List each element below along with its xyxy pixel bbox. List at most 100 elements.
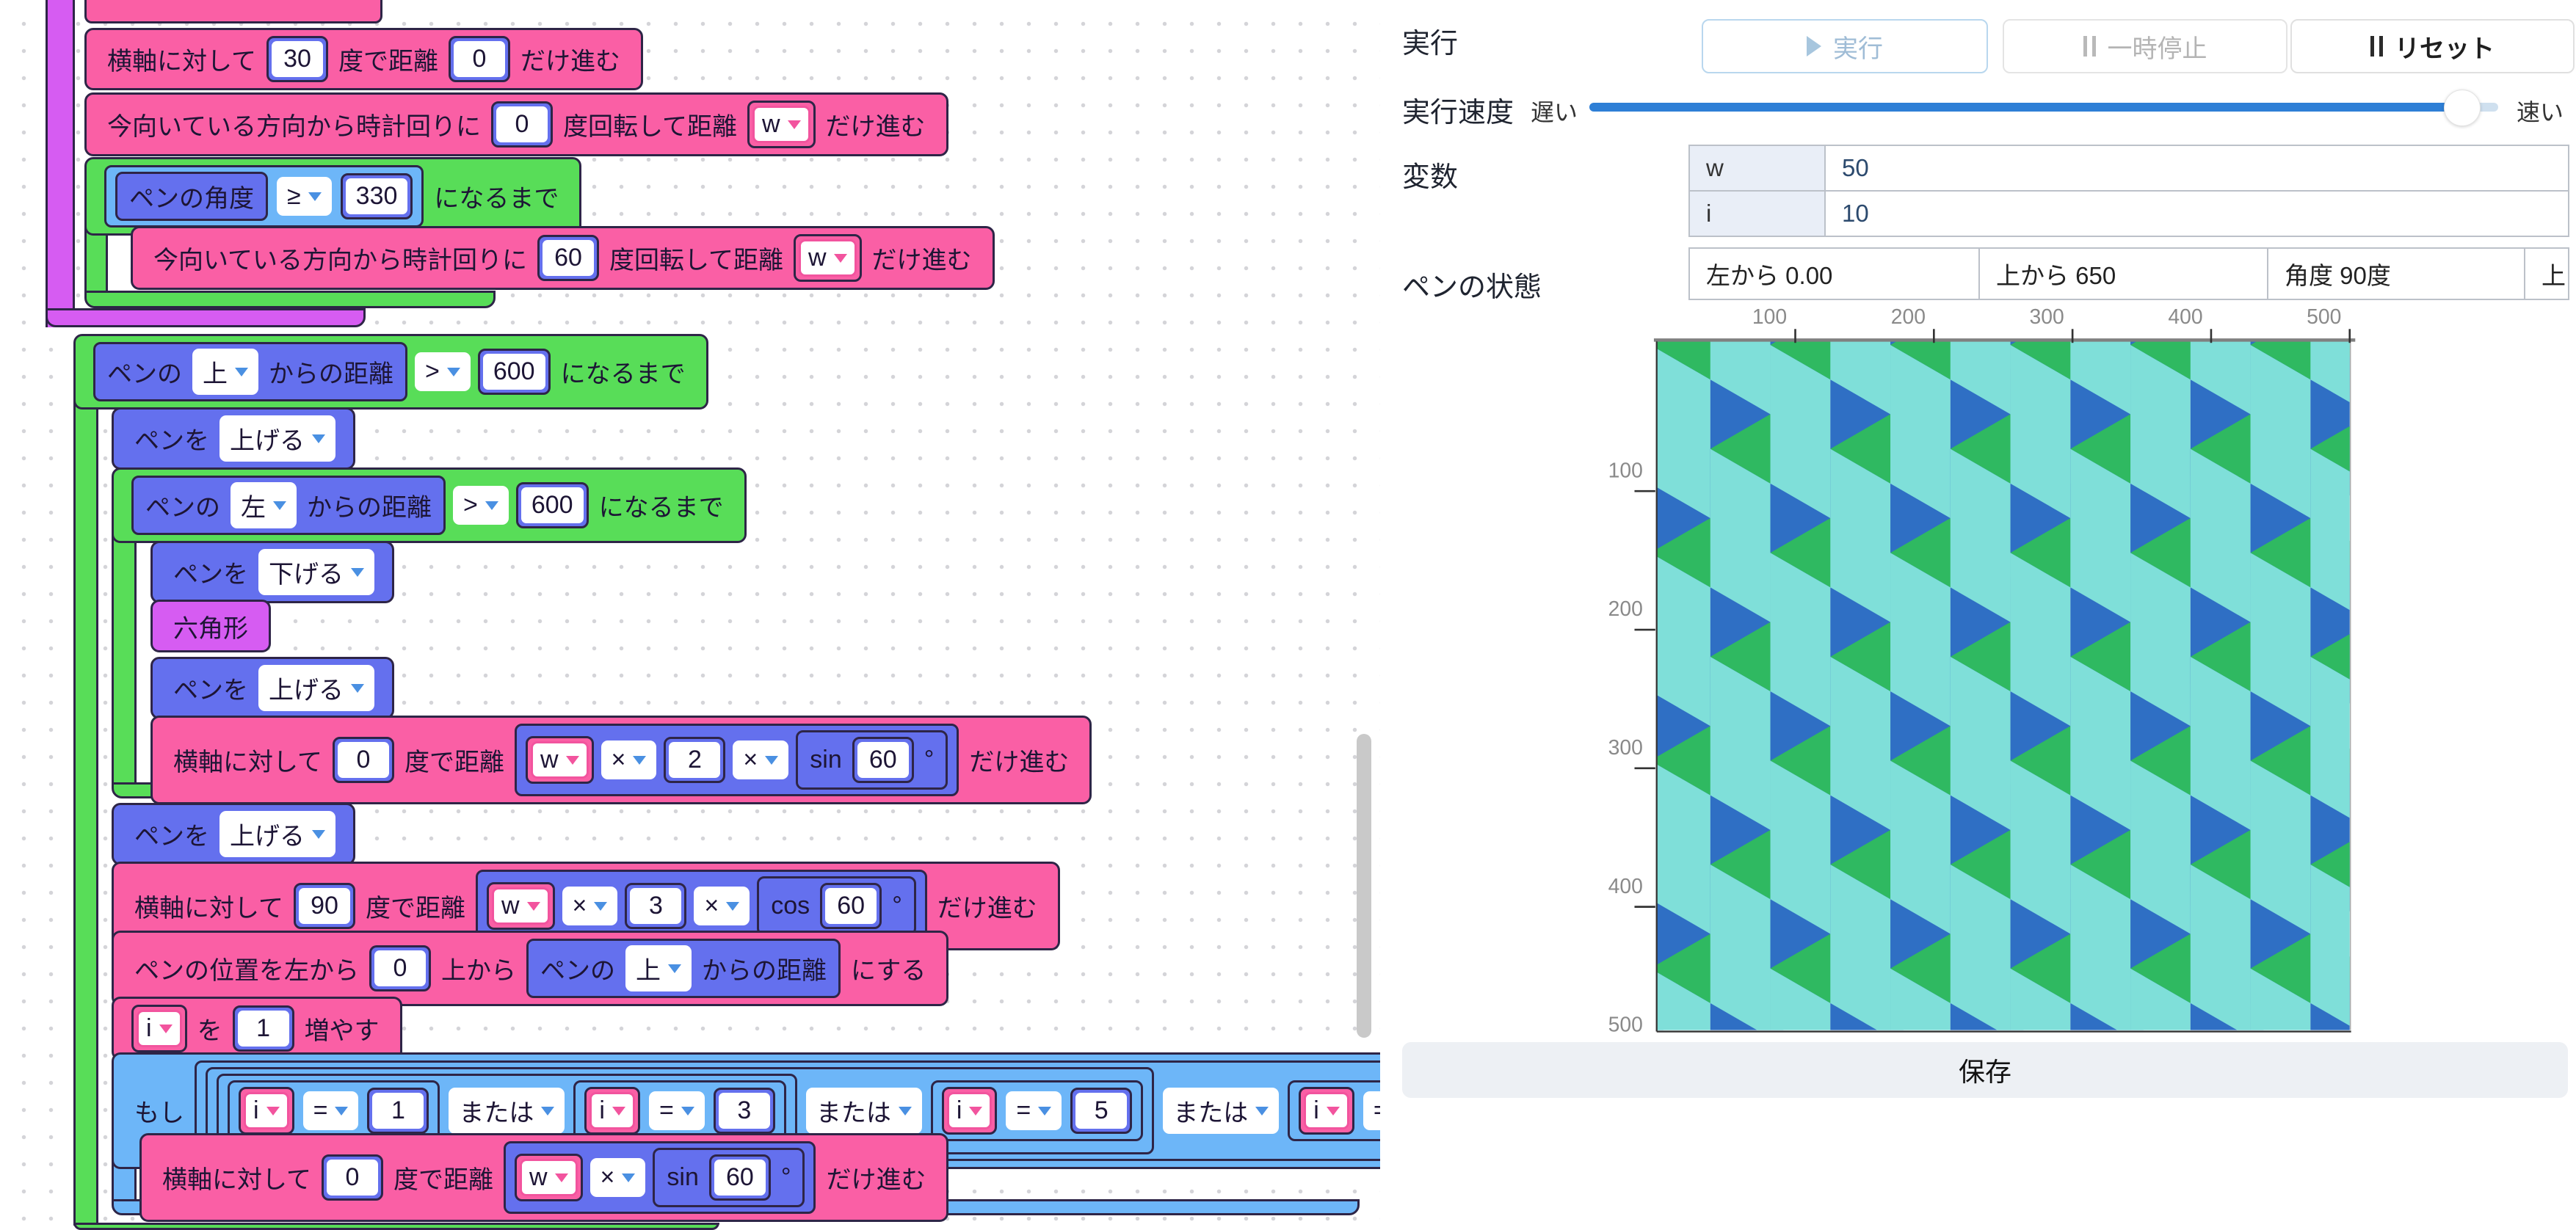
block-repeat-until-pen-angle[interactable]: ペンの角度≥330になるまで xyxy=(84,157,581,236)
number-input[interactable]: 3 xyxy=(714,1088,775,1134)
variable-chip[interactable]: i xyxy=(942,1087,998,1135)
number-input[interactable]: 330 xyxy=(341,173,413,219)
block-rotate-move[interactable]: 今向いている方向から時計回りに60度回転して距離wだけ進む xyxy=(131,226,995,290)
reporter-block[interactable]: sin60° xyxy=(653,1148,805,1207)
number-input[interactable]: 60 xyxy=(537,235,599,281)
variable-chip[interactable]: i xyxy=(239,1087,294,1135)
dropdown-chip[interactable]: 上げる xyxy=(219,811,335,857)
number-input[interactable]: 90 xyxy=(294,883,355,929)
dropdown-chip[interactable]: × xyxy=(694,887,750,925)
dropdown-chip[interactable]: = xyxy=(649,1091,705,1130)
reporter-block[interactable]: ペンの角度 xyxy=(115,172,268,221)
variable-chip[interactable]: w xyxy=(747,101,816,148)
block-label: ° xyxy=(892,892,902,920)
reset-button[interactable]: リセット xyxy=(2290,19,2575,73)
number-input[interactable]: 0 xyxy=(491,101,553,148)
block-rotate-move[interactable]: 今向いている方向から時計回りに0度回転して距離wだけ進む xyxy=(84,92,948,156)
dropdown-chip[interactable]: 下げる xyxy=(258,549,374,595)
block-repeat-until-pen-left[interactable]: ペンの左からの距離>600になるまで xyxy=(112,467,747,543)
speed-slider-track[interactable] xyxy=(1589,103,2498,112)
pause-button[interactable]: 一時停止 xyxy=(2003,19,2287,73)
variable-chip[interactable]: w xyxy=(794,234,862,282)
dropdown-chip[interactable]: > xyxy=(415,352,471,391)
number-input[interactable]: 30 xyxy=(266,36,328,82)
pen-updown-cell: 上 xyxy=(2525,248,2569,299)
reporter-block[interactable]: ペンの上からの距離 xyxy=(93,342,407,401)
block-move-on-axis[interactable]: 横軸に対して0度で距離w×sin60°だけ進む xyxy=(139,1133,948,1222)
dropdown-chip[interactable]: × xyxy=(601,740,657,779)
variable-chip[interactable]: w xyxy=(515,1154,583,1201)
number-input[interactable]: 3 xyxy=(625,883,686,929)
reporter-block[interactable]: ペンの上からの距離 xyxy=(526,939,841,998)
block-pen-up[interactable]: ペンを上げる xyxy=(112,407,355,470)
block-pen-up[interactable]: ペンを上げる xyxy=(150,657,394,719)
dropdown-chip[interactable]: × xyxy=(733,740,788,779)
number-input[interactable]: 0 xyxy=(369,945,431,991)
variable-name: w xyxy=(1689,145,1825,191)
scrollbar-thumb[interactable] xyxy=(1357,734,1371,1038)
dropdown-chip[interactable]: または xyxy=(1163,1088,1279,1134)
chevron-down-icon xyxy=(1038,1107,1051,1116)
compare-block[interactable]: i=5 xyxy=(931,1080,1143,1141)
compare-block[interactable]: i=3 xyxy=(573,1080,786,1141)
number-input[interactable]: 60 xyxy=(820,883,882,929)
reporter-block[interactable]: w×2×sin60° xyxy=(515,724,959,796)
dropdown-chip[interactable]: または xyxy=(806,1088,922,1134)
dropdown-chip[interactable]: × xyxy=(590,1158,646,1197)
block-label: 上から xyxy=(441,950,516,986)
reporter-block[interactable]: ペンの左からの距離 xyxy=(131,476,446,535)
number-value: 0 xyxy=(454,41,505,77)
run-button[interactable]: 実行 xyxy=(1702,19,1988,73)
compare-block[interactable]: ペンの角度≥330 xyxy=(104,165,424,228)
chevron-down-icon xyxy=(235,368,248,376)
number-input[interactable]: 5 xyxy=(1070,1088,1132,1134)
reporter-block[interactable]: cos60° xyxy=(757,876,916,936)
dropdown-chip[interactable]: = xyxy=(1363,1091,1380,1130)
compare-block[interactable]: i= xyxy=(1288,1080,1380,1141)
number-input[interactable]: 2 xyxy=(664,737,725,783)
dropdown-chip[interactable]: > xyxy=(453,486,509,525)
number-input[interactable]: 0 xyxy=(322,1154,383,1201)
dropdown-chip[interactable]: 上 xyxy=(625,945,692,991)
number-input[interactable]: 60 xyxy=(709,1154,771,1201)
number-input[interactable]: 600 xyxy=(478,349,551,395)
blockly-workspace[interactable]: 横軸に対して30度で距離0だけ進む今向いている方向から時計回りに0度回転して距離… xyxy=(0,0,1380,1230)
number-input[interactable]: 0 xyxy=(333,737,394,783)
dropdown-chip[interactable]: 上げる xyxy=(219,415,335,462)
dropdown-chip[interactable]: 左 xyxy=(231,482,297,528)
number-input[interactable]: 60 xyxy=(852,737,914,783)
block-move-on-axis[interactable]: 横軸に対して0度で距離w×2×sin60°だけ進む xyxy=(150,716,1092,804)
block-set-pen-position[interactable]: ペンの位置を左から0上からペンの上からの距離にする xyxy=(112,931,948,1006)
dropdown-chip[interactable]: = xyxy=(303,1091,359,1130)
block-move-on-axis[interactable]: 横軸に対して30度で距離0だけ進む xyxy=(84,28,643,90)
variable-chip[interactable]: i xyxy=(131,1005,187,1052)
block-increment-variable[interactable]: iを1増やす xyxy=(112,997,402,1060)
block-lip xyxy=(84,291,496,308)
chevron-down-icon xyxy=(308,192,322,201)
dropdown-chip[interactable]: × xyxy=(562,887,618,925)
variable-chip[interactable]: i xyxy=(1299,1087,1354,1135)
number-input[interactable]: 600 xyxy=(516,482,589,528)
dropdown-chip[interactable]: 上 xyxy=(192,349,258,395)
chevron-down-icon xyxy=(312,434,325,443)
save-button[interactable]: 保存 xyxy=(1402,1042,2568,1098)
block-repeat-until-pen-top[interactable]: ペンの上からの距離>600になるまで xyxy=(73,334,708,410)
variable-chip[interactable]: w xyxy=(526,736,594,784)
reporter-block[interactable]: sin60° xyxy=(796,730,948,790)
number-input[interactable]: 1 xyxy=(367,1088,429,1134)
block-pen-down[interactable]: ペンを下げる xyxy=(150,541,394,603)
dropdown-chip[interactable]: ≥ xyxy=(277,177,332,216)
compare-block[interactable]: i =1 xyxy=(228,1080,440,1141)
block-pen-up[interactable]: ペンを上げる xyxy=(112,803,355,865)
dropdown-chip[interactable]: または xyxy=(449,1088,565,1134)
block-label: からの距離 xyxy=(702,950,827,986)
reporter-block[interactable]: w×sin60° xyxy=(504,1141,816,1214)
dropdown-chip[interactable]: = xyxy=(1006,1091,1062,1130)
block-hexagon-call[interactable]: 六角形 xyxy=(150,600,271,652)
number-input[interactable]: 1 xyxy=(233,1005,294,1052)
variable-label: i xyxy=(244,1092,289,1129)
variable-chip[interactable]: i xyxy=(584,1087,640,1135)
variable-chip[interactable]: w xyxy=(487,882,555,930)
number-input[interactable]: 0 xyxy=(449,36,510,82)
dropdown-chip[interactable]: 上げる xyxy=(258,665,374,711)
